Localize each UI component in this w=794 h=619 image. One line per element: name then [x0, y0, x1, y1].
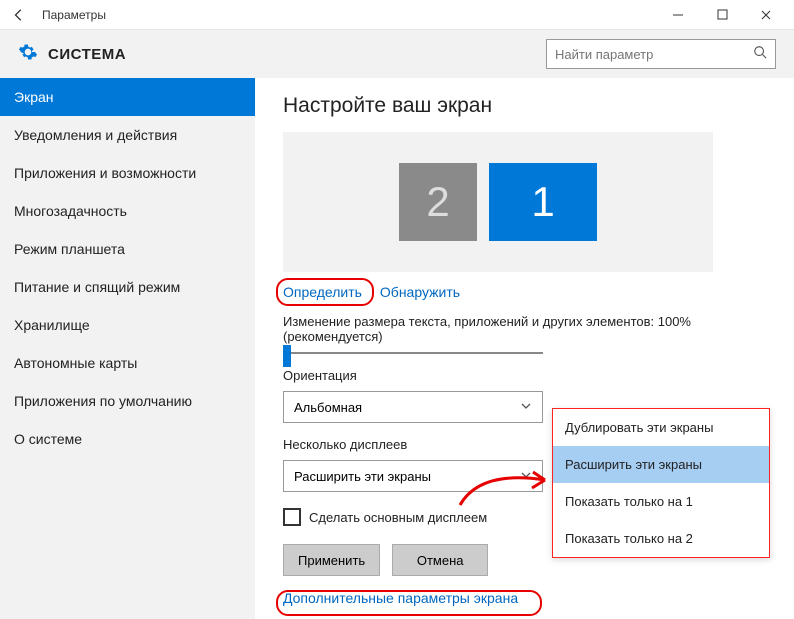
apply-button[interactable]: Применить: [283, 544, 380, 576]
chevron-down-icon: [520, 469, 532, 484]
sidebar-item-power[interactable]: Питание и спящий режим: [0, 268, 255, 306]
multiple-displays-dropdown: Дублировать эти экраны Расширить эти экр…: [552, 408, 770, 558]
sidebar-item-storage[interactable]: Хранилище: [0, 306, 255, 344]
scale-label: Изменение размера текста, приложений и д…: [283, 314, 774, 344]
monitor-2[interactable]: 2: [399, 163, 477, 241]
orientation-value: Альбомная: [294, 400, 362, 415]
gear-icon: [18, 42, 38, 67]
monitor-1[interactable]: 1: [489, 163, 597, 241]
search-box[interactable]: [546, 39, 776, 69]
header: СИСТЕМА: [0, 30, 794, 78]
make-primary-label: Сделать основным дисплеем: [309, 510, 487, 525]
page-title: Настройте ваш экран: [283, 94, 774, 118]
back-button[interactable]: [6, 2, 32, 28]
sidebar-item-notifications[interactable]: Уведомления и действия: [0, 116, 255, 154]
minimize-button[interactable]: [656, 0, 700, 30]
sidebar-item-apps[interactable]: Приложения и возможности: [0, 154, 255, 192]
cancel-button[interactable]: Отмена: [392, 544, 488, 576]
sidebar-item-display[interactable]: Экран: [0, 78, 255, 116]
sidebar-item-default-apps[interactable]: Приложения по умолчанию: [0, 382, 255, 420]
section-title: СИСТЕМА: [48, 46, 126, 63]
orientation-select[interactable]: Альбомная: [283, 391, 543, 423]
sidebar-item-about[interactable]: О системе: [0, 420, 255, 458]
close-button[interactable]: [744, 0, 788, 30]
dropdown-option-only2[interactable]: Показать только на 2: [553, 520, 769, 557]
slider-thumb[interactable]: [283, 345, 291, 367]
chevron-down-icon: [520, 400, 532, 415]
detect-link[interactable]: Обнаружить: [380, 284, 460, 300]
sidebar-item-tablet[interactable]: Режим планшета: [0, 230, 255, 268]
dropdown-option-only1[interactable]: Показать только на 1: [553, 483, 769, 520]
make-primary-checkbox[interactable]: [283, 508, 301, 526]
display-preview: 2 1: [283, 132, 713, 272]
dropdown-option-extend[interactable]: Расширить эти экраны: [553, 446, 769, 483]
window-title: Параметры: [42, 8, 106, 22]
sidebar-item-multitasking[interactable]: Многозадачность: [0, 192, 255, 230]
search-input[interactable]: [555, 47, 753, 62]
search-icon: [753, 45, 767, 64]
sidebar: Экран Уведомления и действия Приложения …: [0, 78, 255, 619]
orientation-label: Ориентация: [283, 368, 774, 383]
scale-slider[interactable]: [283, 352, 543, 354]
identify-link[interactable]: Определить: [283, 284, 362, 300]
sidebar-item-offline-maps[interactable]: Автономные карты: [0, 344, 255, 382]
maximize-button[interactable]: [700, 0, 744, 30]
advanced-settings-link[interactable]: Дополнительные параметры экрана: [283, 590, 518, 606]
titlebar: Параметры: [0, 0, 794, 30]
dropdown-option-duplicate[interactable]: Дублировать эти экраны: [553, 409, 769, 446]
multiple-displays-select[interactable]: Расширить эти экраны: [283, 460, 543, 492]
multiple-displays-value: Расширить эти экраны: [294, 469, 431, 484]
